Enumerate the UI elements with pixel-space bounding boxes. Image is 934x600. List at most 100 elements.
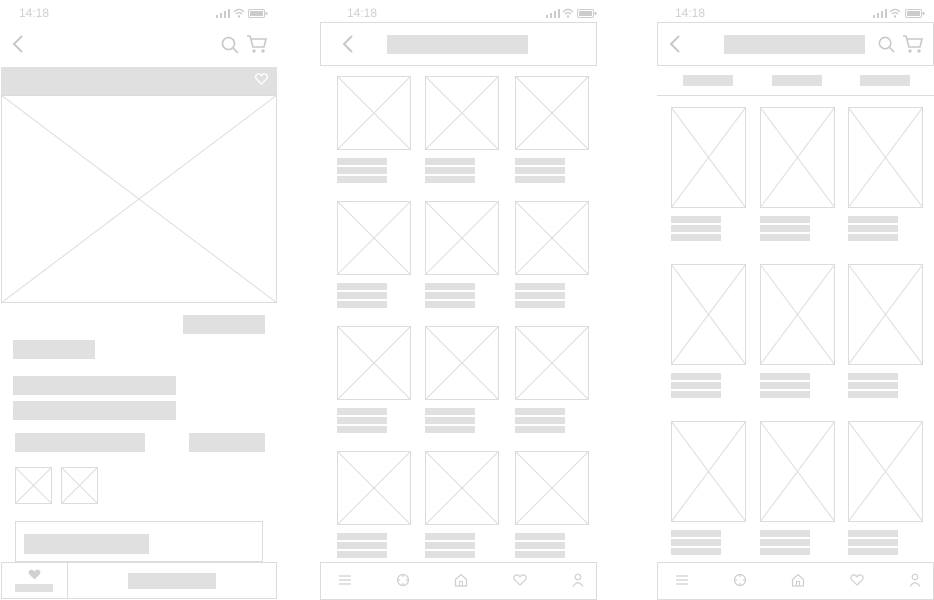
back-icon[interactable] <box>669 34 681 54</box>
product-card-text-line <box>848 548 898 555</box>
product-card-text-line <box>671 539 721 546</box>
menu-icon[interactable] <box>676 575 688 585</box>
product-card-image[interactable] <box>515 451 589 525</box>
heart-icon[interactable] <box>255 73 268 85</box>
option-placeholder[interactable] <box>15 433 145 452</box>
product-card-text-line <box>848 391 898 398</box>
product-card-image[interactable] <box>425 76 499 150</box>
wishlist-heart-icon[interactable] <box>28 569 41 580</box>
product-card-text-line <box>671 225 721 232</box>
cart-icon[interactable] <box>246 34 268 54</box>
explore-icon[interactable] <box>733 573 747 587</box>
product-card-text-line <box>337 167 387 174</box>
status-time: 14:18 <box>675 6 706 20</box>
product-card-text-line <box>425 533 475 540</box>
home-icon[interactable] <box>791 573 805 587</box>
product-card-text-line <box>425 426 475 433</box>
product-card-text-line <box>671 382 721 389</box>
product-card-image[interactable] <box>337 326 411 400</box>
thumbnail-image[interactable] <box>15 467 52 504</box>
product-card-text-line <box>760 530 810 537</box>
product-card-image[interactable] <box>515 76 589 150</box>
product-card-text-line <box>671 530 721 537</box>
product-card-image[interactable] <box>848 107 923 208</box>
wifi-icon <box>233 8 245 18</box>
product-card-image[interactable] <box>848 264 923 365</box>
product-card-image[interactable] <box>337 76 411 150</box>
menu-icon[interactable] <box>339 575 351 585</box>
size-placeholder[interactable] <box>189 433 265 452</box>
product-card-text-line <box>848 530 898 537</box>
product-card-text-line <box>760 373 810 380</box>
product-card-text-line <box>425 551 475 558</box>
cart-icon[interactable] <box>902 34 924 54</box>
filter-tab[interactable] <box>860 75 910 86</box>
filter-tab[interactable] <box>772 75 822 86</box>
product-card-text-line <box>337 301 387 308</box>
wifi-icon <box>562 8 574 18</box>
heart-icon[interactable] <box>850 574 864 586</box>
heart-icon[interactable] <box>513 574 527 586</box>
battery-icon <box>577 9 597 18</box>
product-card-text-line <box>515 408 565 415</box>
product-card-image[interactable] <box>337 201 411 275</box>
product-card-image[interactable] <box>425 326 499 400</box>
product-card-text-line <box>760 234 810 241</box>
product-card-text-line <box>848 216 898 223</box>
product-card-image[interactable] <box>671 264 746 365</box>
product-main-image[interactable] <box>1 95 277 303</box>
add-to-cart-button[interactable] <box>128 573 216 589</box>
quantity-select-placeholder <box>24 534 149 554</box>
product-card-image[interactable] <box>671 421 746 522</box>
product-card-text-line <box>760 216 810 223</box>
product-card-text-line <box>337 533 387 540</box>
product-card-text-line <box>671 548 721 555</box>
filter-tab[interactable] <box>683 75 733 86</box>
product-card-text-line <box>848 234 898 241</box>
product-card-text-line <box>425 542 475 549</box>
search-icon[interactable] <box>221 36 239 54</box>
product-card-image[interactable] <box>760 107 835 208</box>
battery-icon <box>905 9 925 18</box>
product-card-image[interactable] <box>425 201 499 275</box>
explore-icon[interactable] <box>396 573 410 587</box>
product-grid-filter-screen: 14:18 <box>656 0 934 600</box>
product-card-text-line <box>425 301 475 308</box>
product-card-text-line <box>425 283 475 290</box>
price-placeholder <box>183 315 265 334</box>
product-card-image[interactable] <box>515 201 589 275</box>
back-icon[interactable] <box>342 34 354 54</box>
product-card-text-line <box>515 292 565 299</box>
signal-icon <box>216 9 230 18</box>
product-card-text-line <box>515 176 565 183</box>
product-card-text-line <box>515 283 565 290</box>
thumbnail-image[interactable] <box>61 467 98 504</box>
product-card-image[interactable] <box>337 451 411 525</box>
product-card-text-line <box>515 542 565 549</box>
wifi-icon <box>889 8 901 18</box>
search-icon[interactable] <box>878 36 895 53</box>
product-card-text-line <box>760 539 810 546</box>
profile-icon[interactable] <box>572 573 584 587</box>
product-card-image[interactable] <box>760 264 835 365</box>
product-card-image[interactable] <box>848 421 923 522</box>
product-card-image[interactable] <box>515 326 589 400</box>
home-icon[interactable] <box>454 573 468 587</box>
product-card-text-line <box>337 158 387 165</box>
product-card-text-line <box>515 551 565 558</box>
product-card-text-line <box>515 417 565 424</box>
product-card-text-line <box>671 216 721 223</box>
back-icon[interactable] <box>12 34 24 54</box>
product-card-text-line <box>848 373 898 380</box>
profile-icon[interactable] <box>909 573 921 587</box>
product-card-text-line <box>337 283 387 290</box>
product-card-text-line <box>760 225 810 232</box>
product-card-text-line <box>515 426 565 433</box>
product-card-image[interactable] <box>760 421 835 522</box>
title-line-2 <box>13 401 176 420</box>
product-card-text-line <box>848 539 898 546</box>
product-detail-screen: 14:18 <box>0 0 278 600</box>
product-card-image[interactable] <box>425 451 499 525</box>
product-card-image[interactable] <box>671 107 746 208</box>
product-card-text-line <box>671 234 721 241</box>
